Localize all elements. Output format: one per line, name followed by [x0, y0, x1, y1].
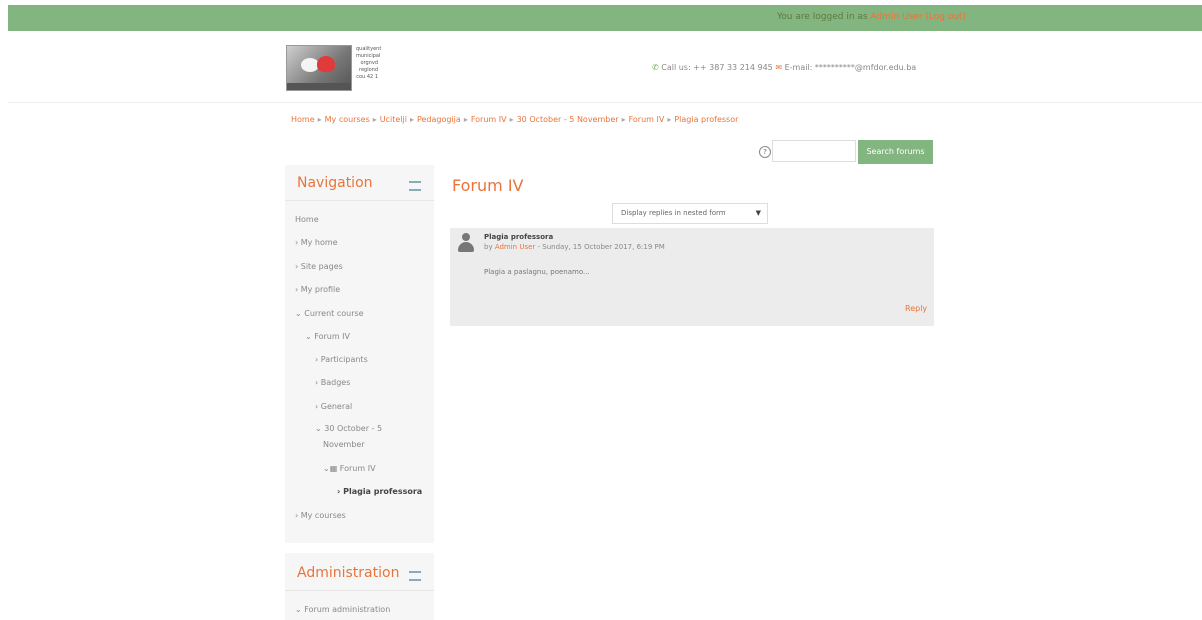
chevron-down-icon: ▼ — [755, 209, 761, 217]
login-prefix: You are logged in as — [777, 12, 871, 22]
nav-item-general[interactable]: › General — [315, 401, 352, 412]
nav-item-current-course[interactable]: ⌄ Current course — [295, 308, 364, 319]
logout-link[interactable]: Admin User (Log out) — [870, 12, 966, 22]
email-label[interactable]: E-mail: **********@mfdor.edu.ba — [785, 63, 917, 72]
post-meta-prefix: by — [484, 243, 495, 251]
breadcrumb-item[interactable]: Forum IV — [629, 115, 665, 124]
user-icon-body — [458, 242, 474, 252]
logo-text-line: reglond — [359, 67, 378, 73]
nav-item-badges[interactable]: › Badges — [315, 377, 350, 388]
nav-item-participants[interactable]: › Participants — [315, 354, 368, 365]
post-author-link[interactable]: Admin User — [495, 243, 536, 251]
admin-item-forum-administration[interactable]: ⌄ Forum administration — [295, 604, 390, 615]
nav-item-site-pages[interactable]: › Site pages — [295, 261, 343, 272]
nav-item-home[interactable]: Home — [295, 214, 319, 225]
breadcrumb-separator: ▸ — [463, 115, 468, 124]
display-mode-select[interactable]: Display replies in nested form ▼ — [612, 203, 768, 224]
contact-info: ✆ Call us: ++ 387 33 214 945 ✉ E-mail: *… — [652, 63, 916, 72]
avatar[interactable] — [458, 233, 474, 253]
login-info: You are logged in as Admin User (Log out… — [777, 12, 966, 22]
breadcrumb-item[interactable]: Home — [291, 115, 315, 124]
breadcrumb-separator: ▸ — [317, 115, 322, 124]
nav-item-my-courses[interactable]: › My courses — [295, 510, 346, 521]
search-forums-button[interactable]: Search forums — [858, 140, 933, 164]
logo-text: qualityent municipal orgnvd reglond cou … — [356, 46, 382, 81]
top-bar: You are logged in as Admin User (Log out… — [8, 5, 1202, 31]
display-mode-value: Display replies in nested form — [621, 209, 726, 217]
breadcrumb-separator: ▸ — [509, 115, 514, 124]
breadcrumb-separator: ▸ — [372, 115, 377, 124]
breadcrumb-separator: ▸ — [409, 115, 414, 124]
reply-link[interactable]: Reply — [905, 304, 927, 313]
collapse-icon[interactable] — [409, 181, 421, 191]
breadcrumb-separator: ▸ — [621, 115, 626, 124]
nav-item-forum-iv-course[interactable]: ⌄ Forum IV — [305, 331, 350, 342]
phone-icon: ✆ — [652, 63, 659, 72]
block-divider — [285, 590, 434, 591]
breadcrumb: Home ▸ My courses ▸ Ucitelji ▸ Pedagogija ▸ Foru… — [291, 115, 738, 124]
user-icon-head — [462, 233, 470, 241]
collapse-icon[interactable] — [409, 571, 421, 581]
mail-icon: ✉ — [775, 63, 783, 72]
block-divider — [285, 200, 434, 201]
logo-text-line: qualityent — [356, 46, 382, 52]
nav-item-my-home[interactable]: › My home — [295, 237, 338, 248]
logo-strip — [287, 83, 351, 90]
help-icon[interactable]: ? — [759, 146, 771, 158]
breadcrumb-item[interactable]: Pedagogija — [417, 115, 461, 124]
site-logo[interactable] — [286, 45, 352, 91]
logo-text-line: orgnvd — [360, 60, 378, 66]
administration-title: Administration — [297, 565, 400, 581]
forum-post: Plagia professora by Admin User - Sunday… — [450, 228, 934, 326]
page-title: Forum IV — [452, 176, 524, 195]
call-label: Call us: ++ 387 33 214 945 — [661, 63, 773, 72]
breadcrumb-item[interactable]: Ucitelji — [380, 115, 407, 124]
breadcrumb-item[interactable]: My courses — [325, 115, 370, 124]
post-meta-date: - Sunday, 15 October 2017, 6:19 PM — [535, 243, 665, 251]
breadcrumb-separator: ▸ — [667, 115, 672, 124]
nav-item-week-cont[interactable]: November — [323, 439, 365, 450]
search-input[interactable] — [772, 140, 856, 162]
administration-block: Administration ⌄ Forum administration — [285, 553, 434, 620]
header-divider — [8, 102, 1202, 103]
heart-icon — [317, 56, 335, 72]
navigation-block: Navigation Home › My home › Site pages ›… — [285, 165, 434, 543]
post-body: Plagia a paslagnu, poenamo... — [484, 268, 590, 276]
nav-item-current-discussion[interactable]: › Plagia professora — [337, 486, 422, 497]
logo-text-line: cou 42 1 — [356, 74, 378, 80]
breadcrumb-item[interactable]: Forum IV — [471, 115, 507, 124]
nav-item-forum-iv[interactable]: ⌄▦ Forum IV — [323, 463, 376, 474]
post-subject: Plagia professora — [484, 233, 554, 241]
breadcrumb-item[interactable]: Plagia professor — [674, 115, 738, 124]
nav-item-week[interactable]: ⌄ 30 October - 5 — [315, 423, 382, 434]
logo-text-line: municipal — [356, 53, 381, 59]
nav-item-my-profile[interactable]: › My profile — [295, 284, 340, 295]
breadcrumb-item[interactable]: 30 October - 5 November — [517, 115, 619, 124]
navigation-title: Navigation — [297, 175, 373, 191]
post-meta: by Admin User - Sunday, 15 October 2017,… — [484, 243, 665, 251]
